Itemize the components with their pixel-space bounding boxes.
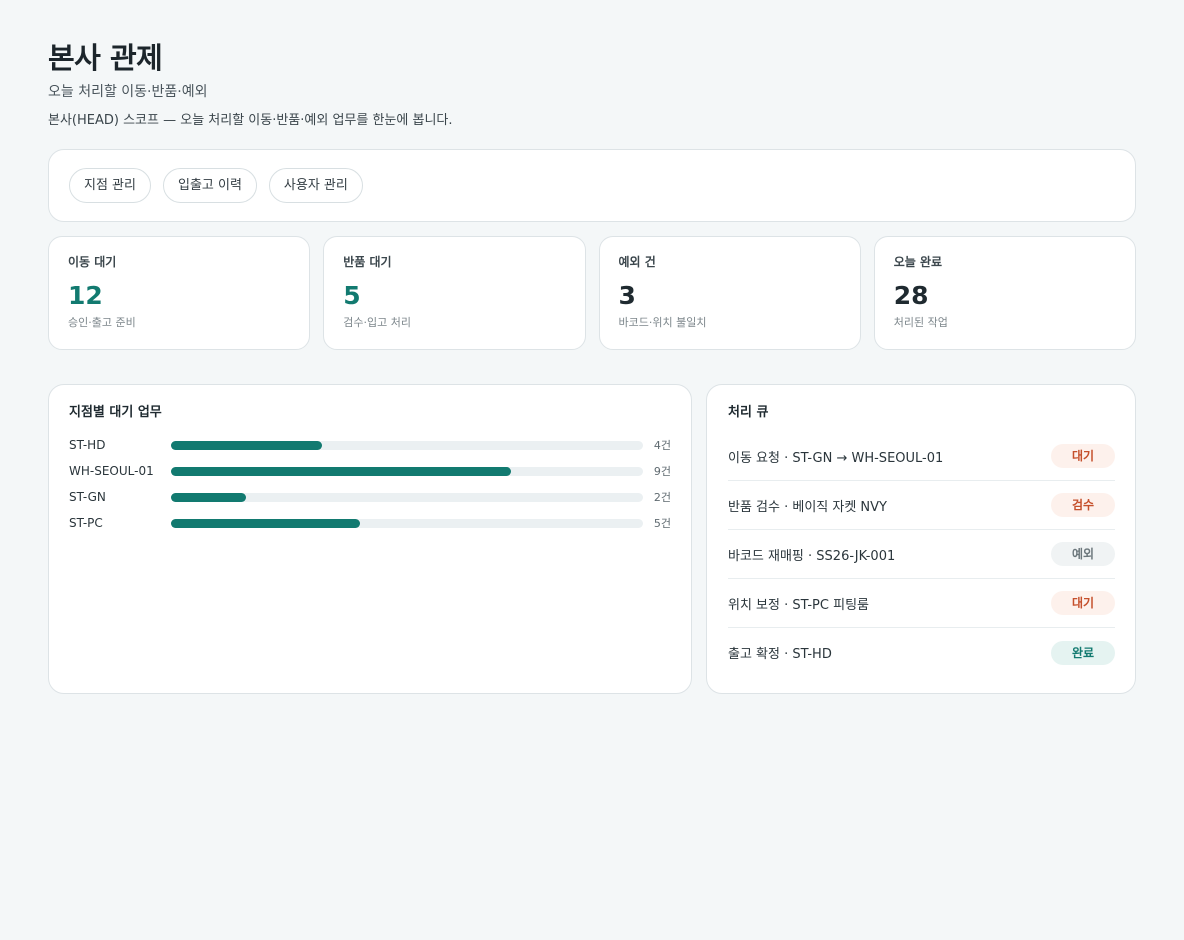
- status-badge: 검수: [1051, 493, 1115, 517]
- status-badge: 예외: [1051, 542, 1115, 566]
- bar-fill: [170, 518, 360, 528]
- stat-label: 반품 대기: [343, 255, 392, 269]
- queue-item-text: 바코드 재매핑 · SS26-JK-001: [728, 548, 896, 564]
- inout-history-button[interactable]: 입출고 이력: [162, 168, 257, 203]
- branch-count: 9건: [653, 465, 672, 478]
- status-badge: 완료: [1051, 640, 1115, 665]
- queue-item[interactable]: 바코드 재매핑 · SS26-JK-001 예외: [728, 530, 1115, 579]
- stat-label: 오늘 완료: [893, 255, 943, 269]
- stat-card-completed-today: 오늘 완료 28 처리된 작업: [873, 236, 1136, 350]
- stat-hint: 처리된 작업: [893, 316, 948, 329]
- status-badge: 대기: [1051, 591, 1115, 615]
- bar-track: [170, 440, 643, 450]
- card-title: 처리 큐: [728, 405, 769, 420]
- quick-nav: 지점 관리 입출고 이력 사용자 관리: [48, 149, 1136, 222]
- branch-pending-card: 지점별 대기 업무 ST-HD 4건 WH-SEOUL-01 9건 ST-GN …: [48, 384, 692, 694]
- queue-item-text: 위치 보정 · ST-PC 피팅룸: [728, 597, 869, 613]
- bar-fill: [170, 492, 247, 502]
- stat-value: 5: [343, 281, 361, 310]
- stat-card-transfer-pending: 이동 대기 12 승인·출고 준비: [48, 236, 311, 350]
- bar-fill: [170, 440, 322, 450]
- queue-list: 이동 요청 · ST-GN → WH-SEOUL-01 대기 반품 검수 · 베…: [728, 432, 1115, 677]
- branch-name: ST-HD: [69, 438, 106, 452]
- branch-count: 4건: [653, 439, 672, 452]
- queue-item-text: 이동 요청 · ST-GN → WH-SEOUL-01: [728, 450, 944, 466]
- branch-row: WH-SEOUL-01 9건: [69, 458, 671, 484]
- bar-track: [170, 466, 643, 476]
- branch-count: 2건: [653, 491, 672, 504]
- branch-management-button[interactable]: 지점 관리: [69, 168, 151, 203]
- queue-item-text: 출고 확정 · ST-HD: [728, 647, 832, 662]
- branch-row: ST-PC 5건: [69, 510, 671, 536]
- bar-track: [170, 492, 643, 502]
- stat-label: 예외 건: [618, 255, 656, 269]
- stat-card-exceptions: 예외 건 3 바코드·위치 불일치: [598, 236, 861, 350]
- card-title: 지점별 대기 업무: [69, 405, 162, 420]
- branch-name: ST-PC: [69, 516, 103, 530]
- process-queue-card: 처리 큐 이동 요청 · ST-GN → WH-SEOUL-01 대기 반품 검…: [706, 384, 1136, 694]
- queue-item-text: 반품 검수 · 베이직 자켓 NVY: [728, 499, 887, 515]
- stat-cards: 이동 대기 12 승인·출고 준비 반품 대기 5 검수·입고 처리 예외 건 …: [48, 236, 1136, 350]
- branch-row: ST-HD 4건: [69, 432, 671, 458]
- branch-row: ST-GN 2건: [69, 484, 671, 510]
- branch-bar-list: ST-HD 4건 WH-SEOUL-01 9건 ST-GN 2건 ST-PC 5…: [69, 432, 671, 536]
- status-badge: 대기: [1051, 444, 1115, 468]
- branch-count: 5건: [653, 517, 672, 530]
- bar-fill: [170, 466, 511, 476]
- stat-hint: 검수·입고 처리: [343, 316, 411, 329]
- branch-name: WH-SEOUL-01: [69, 464, 154, 478]
- page-subtitle: 오늘 처리할 이동·반품·예외: [48, 84, 208, 100]
- stat-card-return-pending: 반품 대기 5 검수·입고 처리: [323, 236, 586, 350]
- queue-item[interactable]: 반품 검수 · 베이직 자켓 NVY 검수: [728, 481, 1115, 530]
- stat-value: 28: [893, 281, 929, 310]
- page-description: 본사(HEAD) 스코프 — 오늘 처리할 이동·반품·예외 업무를 한눈에 봅…: [48, 113, 453, 128]
- queue-item[interactable]: 위치 보정 · ST-PC 피팅룸 대기: [728, 579, 1115, 628]
- page-title: 본사 관제: [48, 41, 163, 75]
- user-management-button[interactable]: 사용자 관리: [268, 168, 363, 203]
- stat-value: 3: [618, 281, 636, 310]
- stat-hint: 바코드·위치 불일치: [618, 316, 707, 329]
- stat-value: 12: [68, 281, 103, 310]
- dashboard-page: 본사 관제 오늘 처리할 이동·반품·예외 본사(HEAD) 스코프 — 오늘 …: [48, 40, 1136, 694]
- stat-hint: 승인·출고 준비: [68, 316, 136, 329]
- bar-track: [170, 518, 643, 528]
- queue-item[interactable]: 이동 요청 · ST-GN → WH-SEOUL-01 대기: [728, 432, 1115, 481]
- stat-label: 이동 대기: [68, 255, 117, 269]
- branch-name: ST-GN: [69, 490, 106, 504]
- queue-item[interactable]: 출고 확정 · ST-HD 완료: [728, 628, 1115, 677]
